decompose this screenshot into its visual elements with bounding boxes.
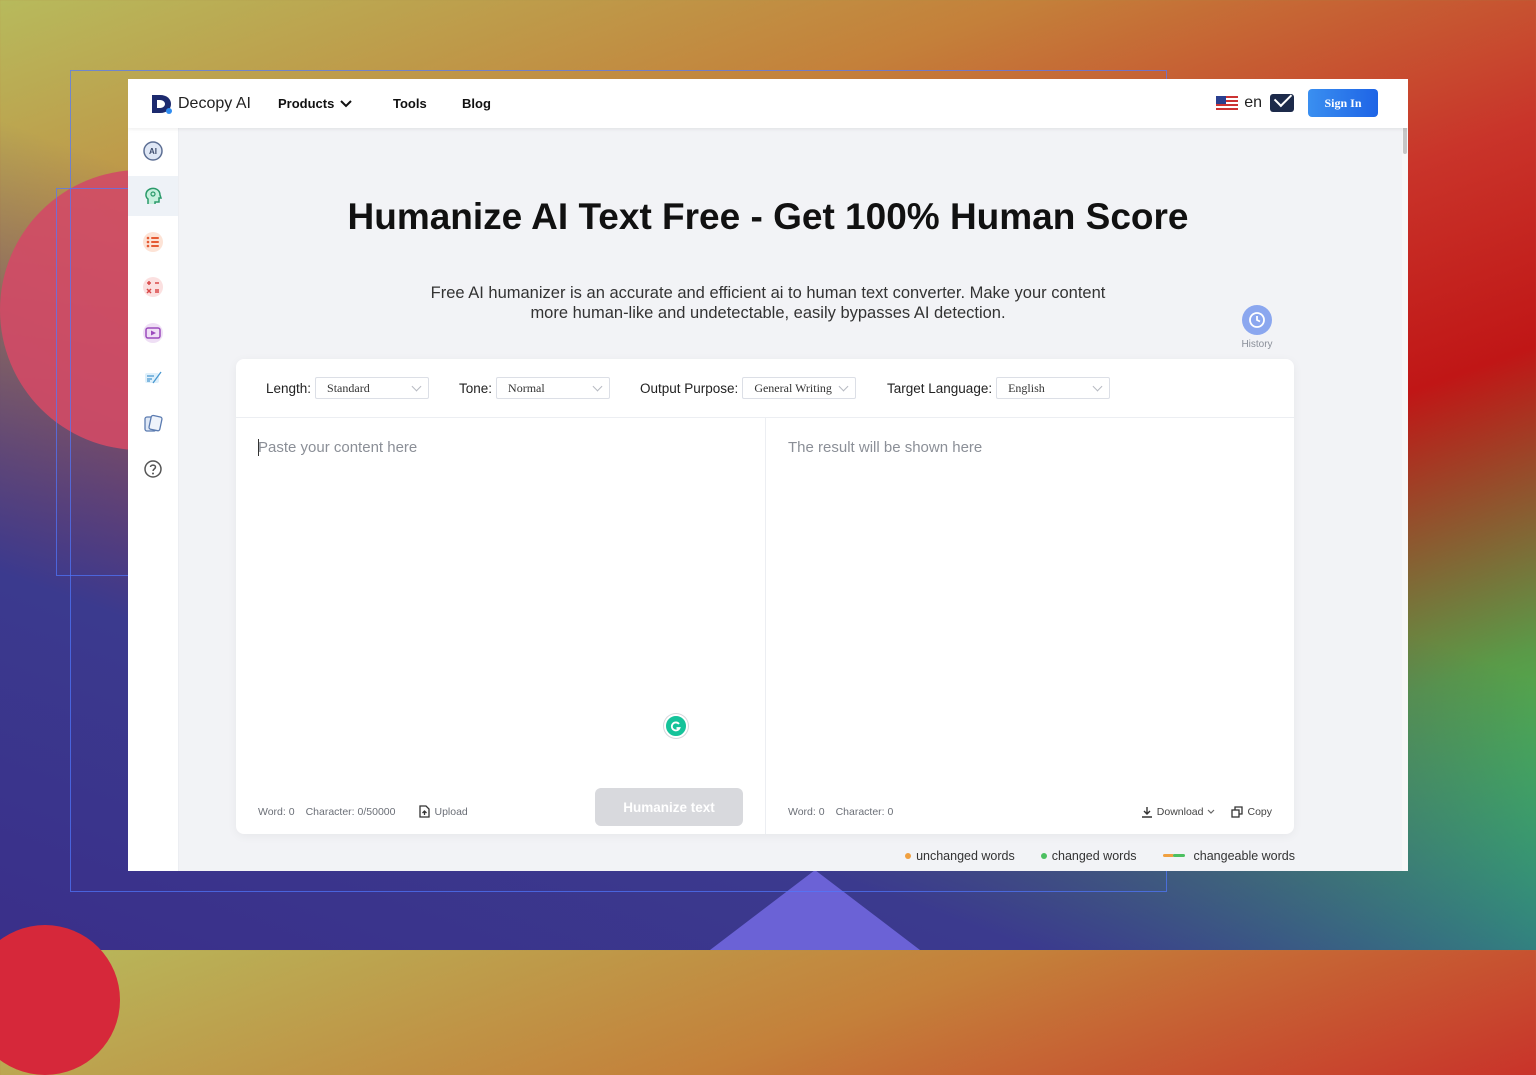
decopy-logo-icon — [150, 92, 174, 116]
input-word-count: Word: 0 — [258, 805, 295, 818]
calculator-icon — [143, 277, 163, 297]
target-language-option: Target Language: English — [887, 377, 1111, 399]
tone-select[interactable]: Normal — [496, 377, 611, 399]
page-scrollbar[interactable] — [1402, 79, 1408, 871]
nav-blog[interactable]: Blog — [462, 96, 491, 111]
input-pane[interactable]: Paste your content here Word: 0 Characte… — [236, 417, 766, 834]
tone-label: Tone: — [459, 380, 493, 396]
nav-right-group: en Sign In — [1216, 89, 1378, 117]
chevron-down-icon — [838, 381, 849, 392]
video-play-icon — [143, 323, 163, 343]
output-purpose-option: Output Purpose: General Writing — [640, 377, 857, 399]
legend-changed: changed words — [1040, 849, 1137, 863]
browser-window: Decopy AI Products Tools Blog en Sign In… — [128, 79, 1408, 871]
output-result-area: The result will be shown here — [788, 439, 983, 456]
help-icon — [144, 460, 162, 478]
page-subtitle: Free AI humanizer is an accurate and eff… — [398, 283, 1138, 323]
tone-value: Normal — [508, 380, 545, 395]
cards-icon — [144, 414, 163, 432]
input-character-count: Character: 0/50000 — [305, 805, 396, 818]
input-textarea[interactable]: Paste your content here — [258, 439, 417, 456]
brand-name: Decopy AI — [178, 95, 251, 112]
options-bar: Length: Standard Tone: Normal Output Pur… — [236, 359, 1294, 418]
chevron-down-icon — [340, 99, 353, 107]
sidebar-item-calculator[interactable] — [128, 267, 178, 307]
length-option: Length: Standard — [266, 377, 430, 399]
unchanged-dot-icon — [905, 853, 912, 859]
svg-text:AI: AI — [149, 147, 157, 156]
legend-changeable: changeable words — [1162, 849, 1295, 863]
target-language-select[interactable]: English — [996, 377, 1111, 399]
nav-tools[interactable]: Tools — [393, 96, 427, 111]
sign-in-button[interactable]: Sign In — [1308, 89, 1378, 117]
length-value: Standard — [327, 380, 370, 395]
output-character-count: Character: 0 — [835, 806, 894, 818]
us-flag-icon[interactable] — [1216, 96, 1239, 110]
page-title: Humanize AI Text Free - Get 100% Human S… — [347, 196, 1189, 237]
sidebar-item-cards[interactable] — [128, 404, 178, 444]
chevron-down-icon — [1208, 809, 1215, 814]
legend-changed-label: changed words — [1051, 849, 1137, 863]
language-selector[interactable]: en — [1244, 94, 1262, 112]
background-frame-line — [56, 188, 130, 576]
top-navigation-bar: Decopy AI Products Tools Blog en Sign In — [128, 79, 1408, 128]
copy-icon — [1231, 806, 1244, 818]
history-icon — [1242, 305, 1272, 335]
tool-sidebar: AI — [128, 128, 179, 871]
changed-dot-icon — [1040, 853, 1047, 859]
length-label: Length: — [266, 380, 312, 396]
output-actions: Download Copy — [1141, 806, 1272, 818]
legend-changeable-label: changeable words — [1193, 849, 1295, 863]
chevron-down-icon — [592, 381, 603, 392]
download-label: Download — [1156, 806, 1204, 818]
legend-unchanged: unchanged words — [905, 849, 1015, 863]
chevron-down-icon — [1092, 381, 1103, 392]
nav-products-label: Products — [278, 96, 335, 111]
ai-detector-icon: AI — [143, 141, 163, 161]
history-button[interactable]: History — [1240, 305, 1274, 350]
upload-label: Upload — [434, 805, 468, 818]
grammarly-icon[interactable] — [664, 714, 688, 738]
sidebar-item-ai-detector[interactable]: AI — [128, 131, 178, 171]
page-subtitle-line-2: more human-like and undetectable, easily… — [530, 304, 1006, 322]
changeable-line-icon — [1162, 854, 1185, 857]
humanizer-card: Length: Standard Tone: Normal Output Pur… — [236, 359, 1294, 834]
word-legend: unchanged words changed words changeable… — [905, 849, 1295, 863]
chevron-down-icon — [411, 381, 422, 392]
copy-label: Copy — [1247, 806, 1272, 818]
length-select[interactable]: Standard — [315, 377, 430, 399]
upload-button[interactable]: Upload — [418, 805, 468, 818]
sidebar-item-video[interactable] — [128, 313, 178, 353]
target-language-label: Target Language: — [887, 380, 993, 396]
output-purpose-label: Output Purpose: — [640, 380, 739, 396]
legend-unchanged-label: unchanged words — [916, 849, 1015, 863]
sidebar-item-help[interactable] — [128, 449, 178, 489]
brand-logo[interactable]: Decopy AI — [150, 92, 251, 116]
pen-paper-icon — [145, 371, 162, 384]
output-purpose-select[interactable]: General Writing — [742, 377, 857, 399]
target-language-value: English — [1008, 380, 1045, 395]
download-button[interactable]: Download — [1141, 806, 1216, 818]
sidebar-item-writer[interactable] — [128, 358, 178, 398]
copy-button[interactable]: Copy — [1231, 806, 1272, 818]
output-pane: The result will be shown here Word: 0 Ch… — [766, 417, 1294, 834]
tone-option: Tone: Normal — [459, 377, 611, 399]
history-label: History — [1241, 339, 1273, 350]
output-word-count: Word: 0 — [788, 806, 825, 818]
input-stats: Word: 0 Character: 0/50000 Upload — [258, 805, 468, 818]
nav-blog-label: Blog — [462, 96, 491, 111]
upload-icon — [419, 805, 431, 818]
page-subtitle-line-1: Free AI humanizer is an accurate and eff… — [430, 284, 1106, 302]
mail-icon[interactable] — [1270, 94, 1294, 112]
nav-products[interactable]: Products — [278, 96, 353, 111]
download-icon — [1141, 807, 1152, 818]
output-purpose-value: General Writing — [754, 380, 832, 395]
humanize-text-button[interactable]: Humanize text — [595, 788, 743, 826]
nav-tools-label: Tools — [393, 96, 427, 111]
output-stats: Word: 0 Character: 0 — [788, 806, 893, 818]
